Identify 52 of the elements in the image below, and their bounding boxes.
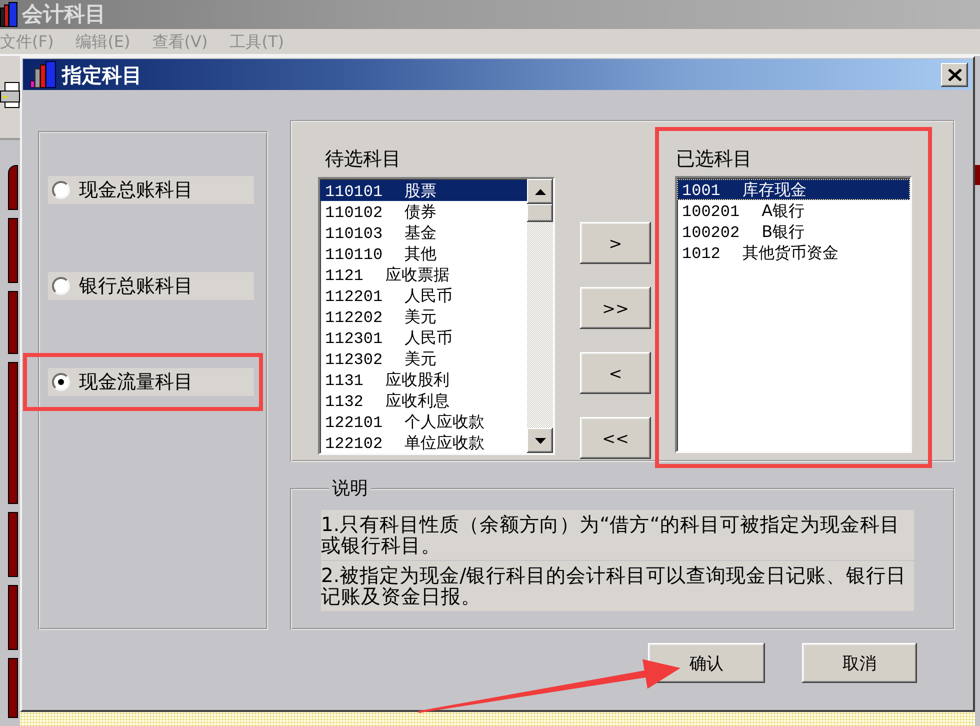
list-item[interactable]: 1012 其他货币资金	[677, 242, 910, 263]
note-text: 1.只有科目性质（余额方向）为“借方“的科目可被指定为现金科目或银行科目。	[321, 510, 914, 560]
list-item[interactable]: 112301 人民币	[320, 327, 527, 348]
down-arrow-icon	[534, 438, 546, 444]
scrollbar-thumb[interactable]	[527, 204, 553, 222]
group-title: 说明	[331, 478, 369, 500]
list-item[interactable]: 110103 基金	[320, 222, 527, 243]
list-item[interactable]: 112202 美元	[320, 306, 527, 327]
list-item[interactable]: 100201 A银行	[677, 200, 910, 221]
list-item[interactable]: 1001 库存现金	[677, 179, 910, 200]
cancel-button[interactable]: 取消	[802, 643, 917, 683]
transfer-button[interactable]: <	[580, 352, 651, 394]
list-item[interactable]: 110101 股票	[320, 180, 527, 201]
radio-option[interactable]: 现金流量科目	[48, 368, 254, 396]
transfer-button[interactable]: >	[580, 222, 651, 264]
list-title: 已选科目	[676, 147, 752, 171]
list-item[interactable]: 1132 应收利息	[320, 390, 527, 411]
edge-bar	[975, 165, 980, 185]
close-icon	[948, 68, 962, 80]
window-title: 会计科目	[22, 4, 106, 25]
list-item[interactable]: 112302 美元	[320, 348, 527, 369]
list-item[interactable]: 122102 单位应收款	[320, 432, 527, 453]
list-item[interactable]: 110110 其他	[320, 243, 527, 264]
list-item[interactable]: 1131 应收股利	[320, 369, 527, 390]
edge-bar	[8, 658, 18, 718]
up-arrow-icon	[534, 188, 546, 194]
printer-icon[interactable]	[0, 82, 20, 108]
edge-bar	[8, 512, 18, 577]
books-icon	[0, 2, 18, 27]
list-item[interactable]: 100202 B银行	[677, 221, 910, 242]
edge-bar	[8, 291, 18, 354]
list-item[interactable]: 1121 应收票据	[320, 264, 527, 285]
list-item[interactable]: 112201 人民币	[320, 285, 527, 306]
books-icon	[30, 61, 56, 88]
radio-option[interactable]: 银行总账科目	[48, 272, 254, 300]
transfer-button[interactable]: >>	[580, 287, 651, 329]
transfer-button[interactable]: <<	[580, 417, 651, 459]
edge-bar	[8, 585, 18, 650]
selected-list[interactable]: 1001 库存现金 100201 A银行 100202 B银行 1012 其他货币资金	[675, 176, 912, 453]
list-title: 待选科目	[325, 147, 401, 171]
note-text: 2.被指定为现金/银行科目的会计科目可以查询现金日记账、银行日记账及资金日报。	[321, 561, 914, 611]
scroll-up-button[interactable]	[527, 179, 553, 204]
list-item[interactable]: 122101 个人应收款	[320, 411, 527, 432]
confirm-button[interactable]: 确认	[648, 643, 765, 683]
list-item[interactable]: 110102 债券	[320, 201, 527, 222]
available-list[interactable]: 110101 股票 110102 债券 110103 基金 110110 其他 1121 应收票据 112201 人民币 112202 美元 112301 人民币 112302 美元 1131 应收股利 1132 应收利息 122101 个人应收款 122102 单位应收款	[318, 177, 555, 455]
close-button[interactable]	[941, 62, 968, 86]
radio-option[interactable]: 现金总账科目	[48, 176, 254, 204]
dialog-title: 指定科目	[62, 64, 143, 84]
edge-bar	[8, 165, 18, 210]
edge-bar	[8, 218, 18, 283]
scroll-down-button[interactable]	[527, 428, 553, 453]
